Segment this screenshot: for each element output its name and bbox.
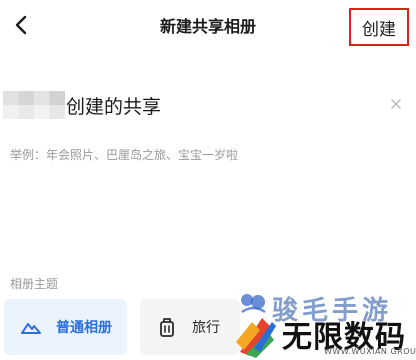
blurred-username xyxy=(3,91,65,119)
watermark-sub-text: WWW.WUXIAN GROUP xyxy=(324,347,416,356)
theme-option-normal[interactable]: 普通相册 xyxy=(4,299,127,355)
album-name-hint: 举例：年会照片、巴厘岛之旅、宝宝一岁啦 xyxy=(10,148,239,162)
album-name-value: 创建的共享 xyxy=(66,96,162,118)
mountain-icon xyxy=(21,323,41,334)
album-name-field[interactable]: 创建的共享 xyxy=(0,88,416,124)
watermark: 骏毛手游 无限数码 WWW.WUXIAN GROUP xyxy=(232,290,416,360)
watermark-logo-icon xyxy=(236,318,276,358)
luggage-icon xyxy=(160,318,174,337)
theme-option-label: 旅行 xyxy=(192,320,220,336)
navigation-bar: 新建共享相册 创建 xyxy=(0,0,416,54)
theme-option-travel[interactable]: 旅行 xyxy=(140,299,240,355)
theme-option-label: 普通相册 xyxy=(56,320,112,336)
clear-icon[interactable] xyxy=(388,96,404,112)
create-button[interactable]: 创建 xyxy=(349,8,409,46)
theme-section-label: 相册主题 xyxy=(10,277,59,291)
